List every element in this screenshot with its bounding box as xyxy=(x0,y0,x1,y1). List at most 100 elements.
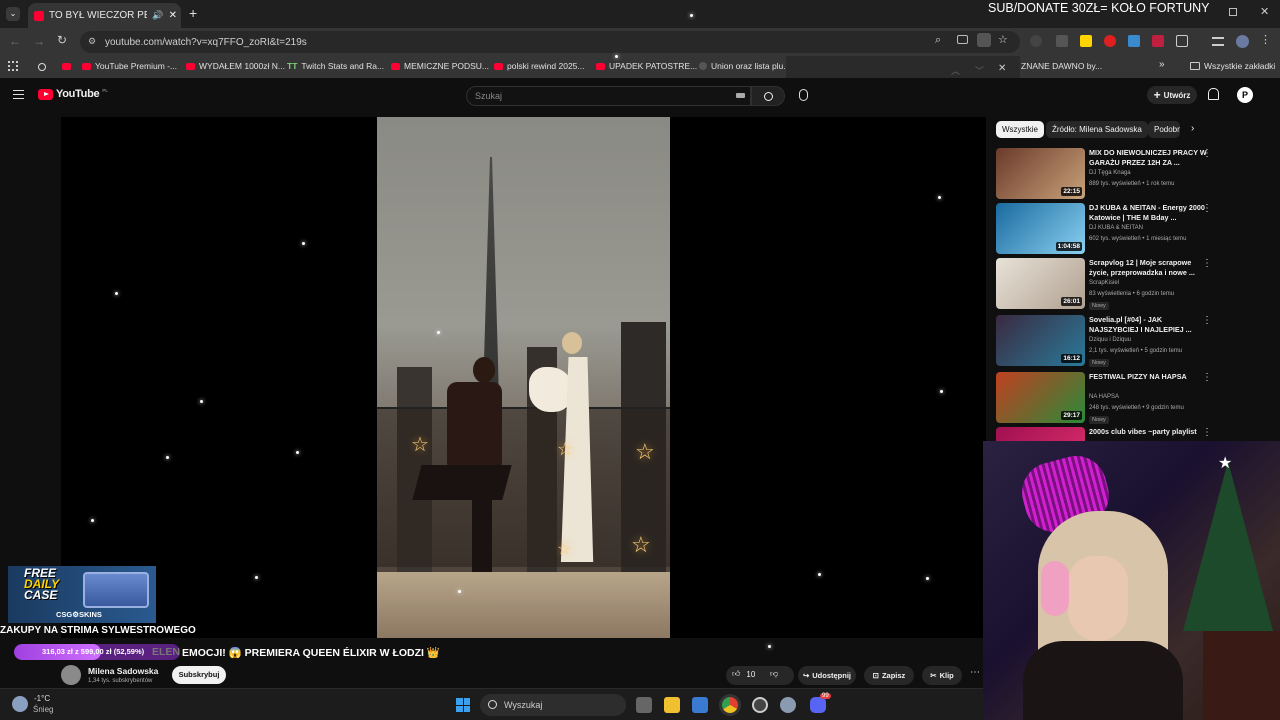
video-title[interactable]: Scrapvlog 12 | Moje scrapowe życie, prze… xyxy=(1089,258,1209,278)
apps-grid-icon[interactable] xyxy=(8,61,18,71)
channel-avatar[interactable] xyxy=(61,665,81,685)
bookmark-star-icon[interactable]: ☆ xyxy=(998,33,1008,46)
recommended-video[interactable]: 16:12 Sovelia.pl [#04] - JAK NAJSZYBCIEJ … xyxy=(996,315,1216,369)
recommended-video[interactable]: 22:15 MIX DO NIEWOLNICZEJ PRACY W GARAŻU … xyxy=(996,148,1216,202)
zoom-icon[interactable]: ⌕ xyxy=(935,34,941,47)
menu-kebab-icon[interactable]: ⋮ xyxy=(1260,33,1271,46)
discord-icon[interactable] xyxy=(810,697,826,713)
bookmark-item[interactable]: YouTube Premium -... xyxy=(82,61,177,71)
microsoft-store-icon[interactable] xyxy=(692,697,708,713)
back-icon[interactable]: ← xyxy=(9,34,21,48)
close-tab-icon[interactable]: ✕ xyxy=(169,10,177,21)
speaker-icon[interactable]: 🔊 xyxy=(152,10,163,21)
extensions-puzzle-icon[interactable] xyxy=(1176,35,1188,47)
subscribe-button[interactable]: Subskrybuj xyxy=(172,666,226,684)
video-channel[interactable]: DJ KUBA & NEITAN xyxy=(1089,225,1143,231)
video-channel[interactable]: Dziquu i Dziquu xyxy=(1089,337,1131,343)
reading-list-icon[interactable] xyxy=(1212,37,1224,46)
find-next-icon[interactable]: ﹀ xyxy=(975,64,984,77)
forward-icon[interactable]: → xyxy=(33,34,45,48)
like-button[interactable]: 👍︎ 10 xyxy=(732,669,755,679)
taskbar-search[interactable]: Wyszukaj xyxy=(480,694,626,716)
chip-all[interactable]: Wszystkie xyxy=(996,121,1044,138)
chips-next-chevron-icon[interactable]: › xyxy=(1191,123,1194,134)
site-info-icon[interactable]: ⚙ xyxy=(88,36,96,47)
extension-icon[interactable] xyxy=(1030,35,1042,47)
share-button[interactable]: ↪ Udostępnij xyxy=(798,666,856,685)
weather-desc[interactable]: Śnieg xyxy=(33,705,53,714)
notifications-bell-icon[interactable] xyxy=(1208,88,1219,100)
video-title[interactable]: FESTIWAL PIZZY NA HAPSA xyxy=(1089,372,1209,382)
bookmark-item[interactable]: ZNANE DAWNO by... xyxy=(1021,61,1102,71)
bookmark-item[interactable]: UPADEK PATOSTRE... xyxy=(596,61,697,71)
find-previous-icon[interactable]: ︿ xyxy=(951,64,960,77)
recommended-video[interactable]: 29:17 FESTIWAL PIZZY NA HAPSA NA HAPSA 248 … xyxy=(996,372,1216,426)
search-button[interactable] xyxy=(751,86,785,106)
profile-avatar[interactable] xyxy=(1236,35,1249,48)
video-options-icon[interactable]: ⋮ xyxy=(1202,148,1212,159)
extension-icon[interactable] xyxy=(1152,35,1164,47)
video-thumbnail[interactable]: 16:12 xyxy=(996,315,1085,366)
address-field[interactable]: ⚙ youtube.com/watch?v=xq7FFO_zoRI&t=219s… xyxy=(80,31,1020,53)
app-icon[interactable] xyxy=(752,697,768,713)
video-thumbnail[interactable]: 26:01 xyxy=(996,258,1085,309)
video-options-icon[interactable]: ⋮ xyxy=(1202,315,1212,326)
recommended-video[interactable]: 2000s club vibes ~party playlist ⋮ xyxy=(996,427,1216,441)
video-options-icon[interactable]: ⋮ xyxy=(1202,203,1212,214)
chip-related[interactable]: Podobne xyxy=(1148,121,1180,138)
create-button[interactable]: + Utwórz xyxy=(1147,86,1197,104)
voice-search-icon[interactable] xyxy=(799,89,808,101)
bookmark-item[interactable]: TT Twitch Stats and Ra... xyxy=(287,61,384,71)
extension-icon[interactable] xyxy=(1056,35,1068,47)
bookmark-icon[interactable] xyxy=(38,63,46,71)
chrome-icon[interactable] xyxy=(722,697,738,713)
video-title[interactable]: DJ KUBA & NEITAN - Energy 2000 Katowice … xyxy=(1089,203,1209,223)
video-frame[interactable]: ☆ ☆ ☆ ☆ ☆ xyxy=(377,117,670,638)
reload-icon[interactable]: ↻ xyxy=(57,33,67,47)
tab-search-button[interactable]: ⌄ xyxy=(6,7,20,21)
video-title[interactable]: 2000s club vibes ~party playlist xyxy=(1089,427,1209,437)
youtube-logo[interactable]: YouTube PL xyxy=(38,88,108,100)
video-thumbnail[interactable]: 22:15 xyxy=(996,148,1085,199)
channel-name[interactable]: Milena Sadowska xyxy=(88,666,158,676)
save-button[interactable]: ⊡ Zapisz xyxy=(864,666,914,685)
install-icon[interactable] xyxy=(977,33,991,47)
account-avatar[interactable]: P xyxy=(1237,87,1253,103)
video-options-icon[interactable]: ⋮ xyxy=(1202,427,1212,438)
bookmark-item[interactable]: polski rewind 2025... xyxy=(494,61,585,71)
video-title[interactable]: Sovelia.pl [#04] - JAK NAJSZYBCIEJ I NAJ… xyxy=(1089,315,1209,335)
more-bookmarks-chevron-icon[interactable]: » xyxy=(1159,59,1165,70)
video-thumbnail[interactable] xyxy=(996,427,1085,441)
extension-icon[interactable] xyxy=(1080,35,1092,47)
dislike-button[interactable]: 👎︎ xyxy=(770,669,778,679)
bookmark-item[interactable]: MEMICZNE PODSU... xyxy=(391,61,489,71)
weather-temp[interactable]: -1°C xyxy=(34,694,50,703)
active-tab[interactable]: TO BYŁ WIECZÓR PEŁEN EM 🔊 ✕ xyxy=(28,3,181,28)
bookmark-item[interactable]: WYDAŁEM 1000zł N... xyxy=(186,61,285,71)
recommended-video[interactable]: 26:01 Scrapvlog 12 | Moje scrapowe życie,… xyxy=(996,258,1216,312)
video-options-icon[interactable]: ⋮ xyxy=(1202,258,1212,269)
video-thumbnail[interactable]: 29:17 xyxy=(996,372,1085,423)
start-windows-icon[interactable] xyxy=(456,698,470,712)
recommended-video[interactable]: 1:04:58 DJ KUBA & NEITAN - Energy 2000 Ka… xyxy=(996,203,1216,257)
video-options-icon[interactable]: ⋮ xyxy=(1202,372,1212,383)
task-view-icon[interactable] xyxy=(636,697,652,713)
weather-icon[interactable] xyxy=(12,696,28,712)
video-channel[interactable]: ScrapKisiel xyxy=(1089,280,1119,286)
keyboard-icon[interactable] xyxy=(736,93,745,98)
search-input[interactable]: Szukaj xyxy=(466,86,751,106)
video-channel[interactable]: NA HAPSA xyxy=(1089,394,1119,400)
all-bookmarks-button[interactable]: Wszystkie zakładki xyxy=(1190,61,1275,71)
restore-window-icon[interactable] xyxy=(1229,8,1237,16)
video-title[interactable]: MIX DO NIEWOLNICZEJ PRACY W GARAŻU PRZEZ… xyxy=(1089,148,1209,168)
file-explorer-icon[interactable] xyxy=(664,697,680,713)
find-close-icon[interactable]: ✕ xyxy=(998,63,1006,74)
new-tab-button[interactable]: + xyxy=(189,5,197,21)
hamburger-menu-icon[interactable] xyxy=(13,90,24,99)
video-channel[interactable]: DJ Tęga Knaga xyxy=(1089,170,1131,176)
bookmark-youtube-icon[interactable] xyxy=(62,63,71,70)
close-window-icon[interactable]: ✕ xyxy=(1260,5,1269,18)
extension-icon[interactable] xyxy=(1104,35,1116,47)
video-thumbnail[interactable]: 1:04:58 xyxy=(996,203,1085,254)
more-actions-icon[interactable]: ⋯ xyxy=(970,667,980,678)
